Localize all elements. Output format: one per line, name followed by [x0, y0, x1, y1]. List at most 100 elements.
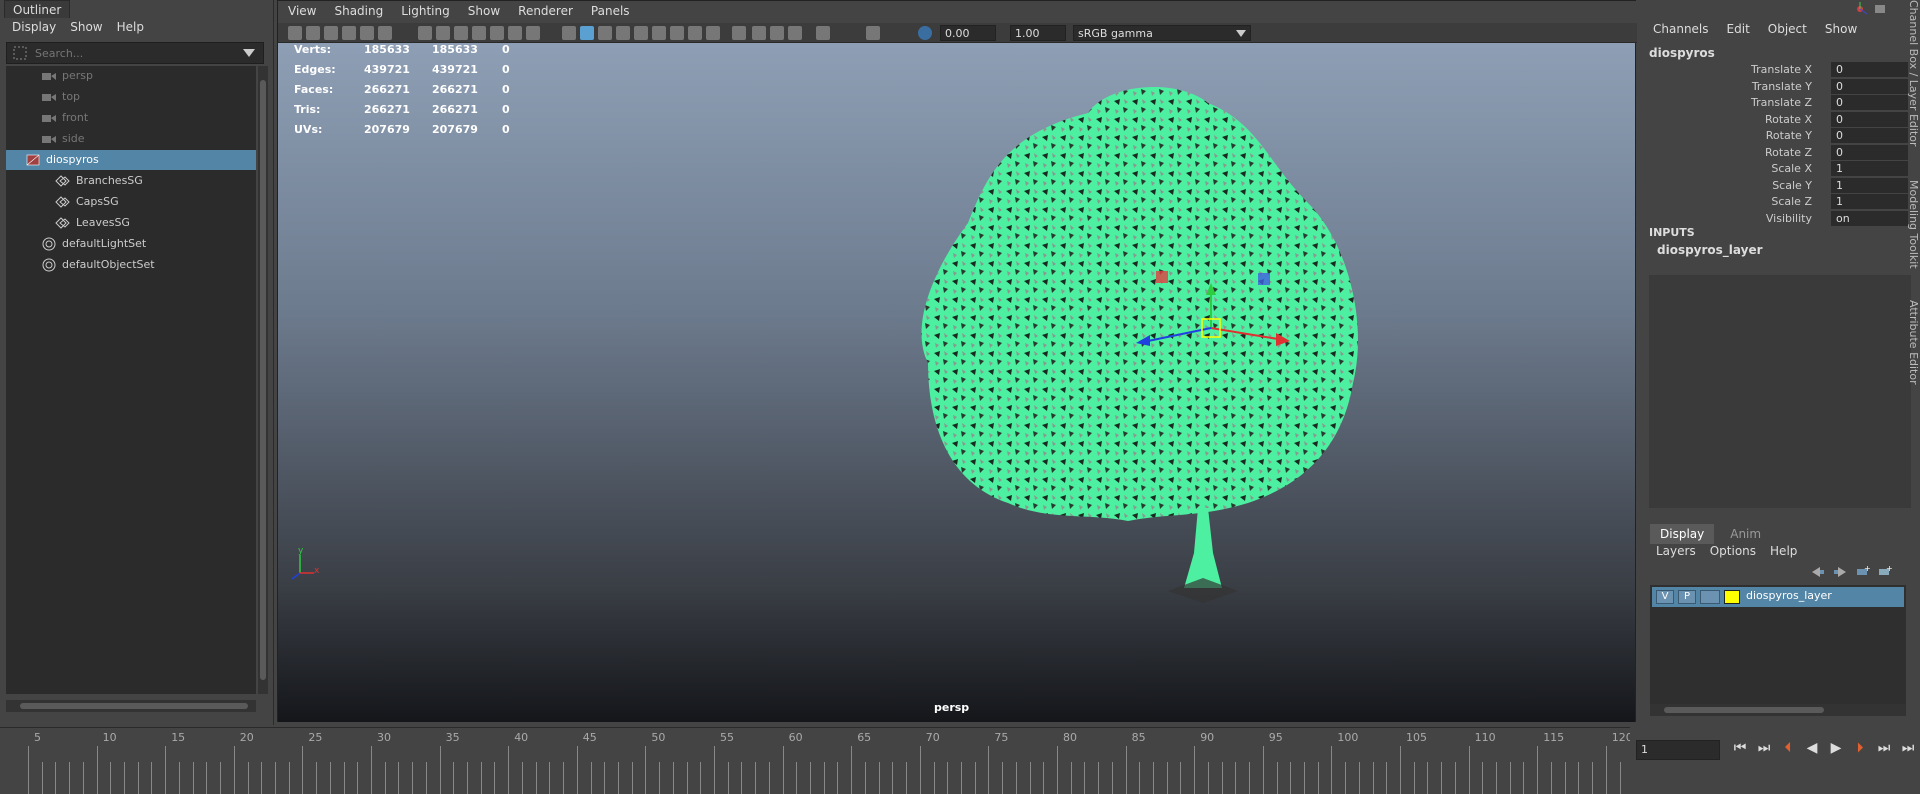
2d-pan-zoom-icon[interactable]	[360, 26, 374, 40]
channels-menu[interactable]: Channels	[1653, 22, 1709, 36]
layer-display-type-toggle[interactable]	[1700, 590, 1720, 604]
attribute-label[interactable]: Translate Z	[1751, 96, 1812, 109]
attribute-label[interactable]: Rotate X	[1765, 113, 1812, 126]
play-backward-button[interactable]: ◀	[1802, 738, 1822, 758]
layer-color-swatch[interactable]	[1724, 590, 1740, 604]
field-chart-icon[interactable]	[490, 26, 504, 40]
viewport-menu-lighting[interactable]: Lighting	[401, 4, 450, 20]
xray-joints-icon[interactable]	[770, 26, 784, 40]
bookmark-icon[interactable]	[324, 26, 338, 40]
safe-action-icon[interactable]	[508, 26, 522, 40]
film-gate-icon[interactable]	[436, 26, 450, 40]
color-space-select[interactable]: sRGB gamma	[1073, 25, 1251, 41]
attribute-value-field[interactable]: on	[1831, 210, 1908, 226]
outliner-item[interactable]: top	[6, 87, 256, 107]
step-forward-frame-button[interactable]: ⏵	[1850, 738, 1870, 758]
grease-pencil-icon[interactable]	[378, 26, 392, 40]
color-management-icon[interactable]	[918, 26, 932, 40]
outliner-item[interactable]: diospyros	[6, 150, 256, 170]
step-back-key-button[interactable]: ⏭	[1754, 738, 1774, 758]
anti-aliasing-icon[interactable]	[706, 26, 720, 40]
step-back-frame-button[interactable]: ⏴	[1778, 738, 1798, 758]
layer-visibility-toggle[interactable]: V	[1656, 590, 1674, 604]
viewport-canvas[interactable]: Verts: 185633 185633 0 Edges: 439721 439721 0 Fa…	[278, 43, 1635, 722]
layers-menu[interactable]: Layers	[1656, 544, 1696, 558]
object-menu[interactable]: Object	[1768, 22, 1807, 36]
new-layer-selected-icon[interactable]: +	[1876, 565, 1892, 579]
attribute-label[interactable]: Scale Y	[1772, 179, 1812, 192]
outliner-item[interactable]: defaultObjectSet	[6, 255, 256, 275]
side-tab-modeling-toolkit[interactable]: Modeling Toolkit	[1906, 180, 1920, 270]
selected-object-name[interactable]: diospyros	[1649, 46, 1715, 60]
step-forward-key-button[interactable]: ⏭	[1874, 738, 1894, 758]
gate-mask-icon[interactable]	[472, 26, 486, 40]
layer-name[interactable]: diospyros_layer	[1746, 589, 1832, 602]
exposure-icon[interactable]	[816, 26, 830, 40]
outliner-menu-display[interactable]: Display	[12, 20, 56, 36]
lights-icon[interactable]	[634, 26, 648, 40]
exposure-field[interactable]: 0.00	[940, 25, 996, 41]
attribute-value-field[interactable]: 0	[1831, 111, 1908, 127]
outliner-item[interactable]: LeavesSG	[6, 213, 256, 233]
outliner-menu-help[interactable]: Help	[117, 20, 144, 36]
attribute-label[interactable]: Rotate Z	[1765, 146, 1812, 159]
axis-toggle-icon[interactable]	[1853, 2, 1867, 16]
gamma-icon[interactable]	[866, 26, 880, 40]
new-layer-icon[interactable]: +	[1854, 565, 1870, 579]
move-layer-up-icon[interactable]	[1810, 565, 1826, 579]
move-layer-down-icon[interactable]	[1832, 565, 1848, 579]
attribute-value-field[interactable]: 1	[1831, 161, 1908, 176]
xray-icon[interactable]	[752, 26, 766, 40]
viewport-menu-renderer[interactable]: Renderer	[518, 4, 573, 20]
camera-attributes-icon[interactable]	[306, 26, 320, 40]
layer-horizontal-scrollbar[interactable]	[1650, 704, 1906, 716]
attribute-label[interactable]: Translate Y	[1752, 80, 1812, 93]
outliner-search-input[interactable]	[35, 45, 235, 61]
dock-icon[interactable]	[1873, 2, 1887, 16]
outliner-item[interactable]: persp	[6, 66, 256, 86]
layer-playback-toggle[interactable]: P	[1678, 590, 1696, 604]
outliner-horizontal-scrollbar[interactable]	[6, 700, 256, 712]
tree-model[interactable]	[278, 43, 1635, 722]
grid-icon[interactable]	[418, 26, 432, 40]
go-to-start-button[interactable]: ⏮	[1730, 738, 1750, 758]
attribute-value-field[interactable]: 0	[1831, 78, 1908, 94]
viewport-menu-panels[interactable]: Panels	[591, 4, 630, 20]
attribute-value-field[interactable]: 0	[1831, 62, 1908, 77]
image-plane-icon[interactable]	[342, 26, 356, 40]
outliner-item[interactable]: CapsSG	[6, 192, 256, 212]
side-tab-channel-box[interactable]: Channel Box / Layer Editor	[1906, 0, 1920, 150]
motion-blur-icon[interactable]	[688, 26, 702, 40]
attribute-value-field[interactable]: 0	[1831, 144, 1908, 160]
attribute-label[interactable]: Rotate Y	[1766, 129, 1812, 142]
viewport-menu-show[interactable]: Show	[468, 4, 500, 20]
attribute-value-field[interactable]: 0	[1831, 95, 1908, 110]
shadows-icon[interactable]	[652, 26, 666, 40]
isolate-select-icon[interactable]	[732, 26, 746, 40]
time-slider[interactable]: 5 10 15 20 25 30 35 40 45 50 55 60 65 70 75 80 85 90 95 100…	[0, 727, 1633, 794]
manipulator-plane-yz[interactable]	[1258, 273, 1270, 285]
attribute-value-field[interactable]: 1	[1831, 194, 1908, 209]
attribute-label[interactable]: Translate X	[1751, 63, 1812, 76]
smooth-shade-icon[interactable]	[580, 26, 594, 40]
viewport-menu-view[interactable]: View	[288, 4, 316, 20]
go-to-end-button[interactable]: ⏭	[1898, 738, 1918, 758]
default-material-icon[interactable]	[598, 26, 612, 40]
select-camera-icon[interactable]	[288, 26, 302, 40]
outliner-item[interactable]: BranchesSG	[6, 171, 256, 191]
resolution-gate-icon[interactable]	[454, 26, 468, 40]
attribute-value-field[interactable]: 0	[1831, 128, 1908, 143]
chevron-down-icon[interactable]	[243, 49, 255, 57]
outliner-item[interactable]: side	[6, 129, 256, 149]
filter-icon[interactable]	[13, 46, 27, 60]
ambient-occlusion-icon[interactable]	[670, 26, 684, 40]
show-menu[interactable]: Show	[1825, 22, 1857, 36]
tab-anim[interactable]: Anim	[1720, 524, 1771, 544]
options-menu[interactable]: Options	[1710, 544, 1756, 558]
tab-display[interactable]: Display	[1650, 524, 1715, 544]
viewport-menu-shading[interactable]: Shading	[334, 4, 383, 20]
attribute-label[interactable]: Visibility	[1766, 212, 1812, 225]
textured-icon[interactable]	[616, 26, 630, 40]
outliner-tab[interactable]: Outliner	[4, 0, 71, 18]
gamma-field[interactable]: 1.00	[1010, 25, 1066, 41]
